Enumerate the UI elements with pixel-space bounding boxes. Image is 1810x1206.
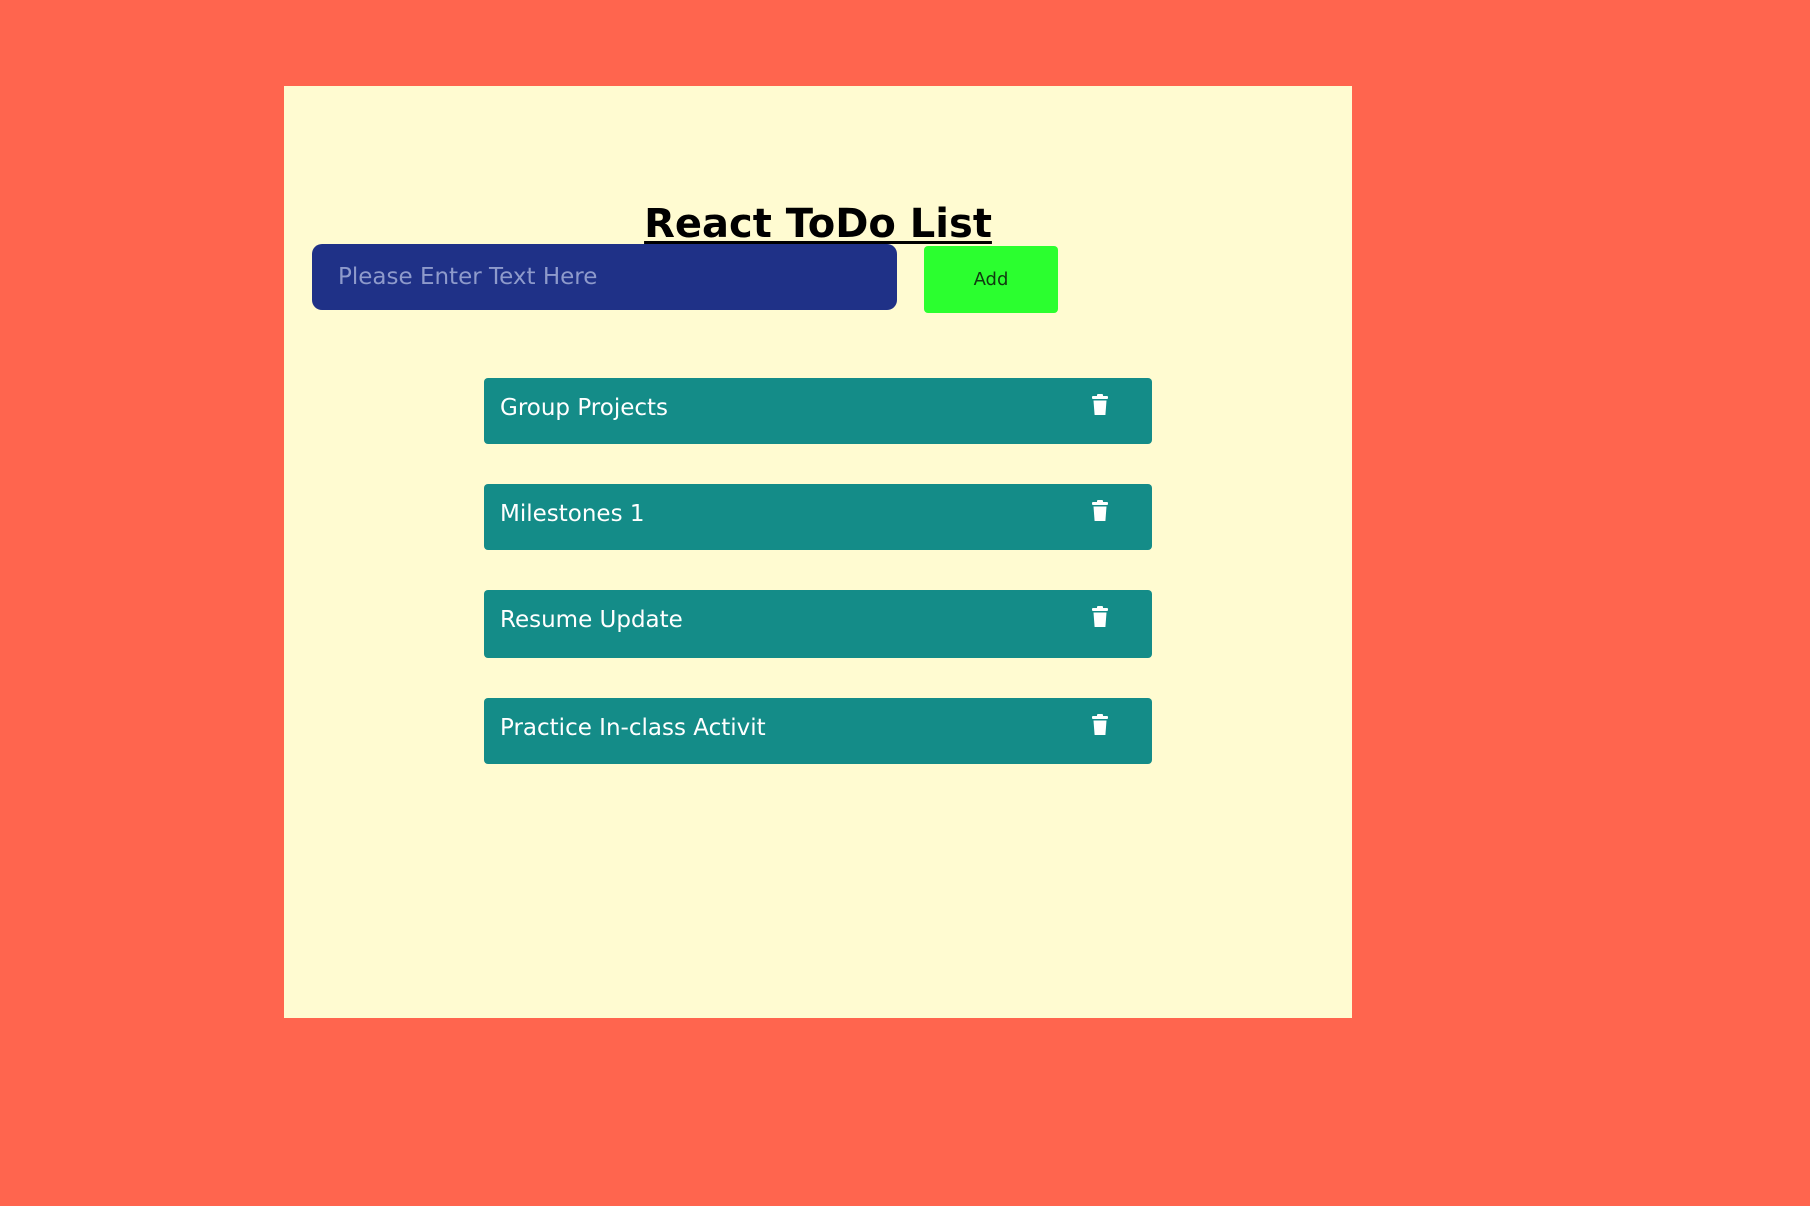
todo-list: Group Projects Milestones 1 Resume Updat… — [484, 378, 1152, 804]
delete-todo-button[interactable] — [1084, 388, 1116, 422]
todo-item-text: Practice In-class Activit — [500, 715, 766, 741]
delete-todo-button[interactable] — [1084, 708, 1116, 742]
todo-app-panel: React ToDo List Add Group Projects Miles… — [284, 86, 1352, 1018]
trash-icon — [1091, 394, 1109, 416]
todo-item: Milestones 1 — [484, 484, 1152, 550]
todo-item-text: Group Projects — [500, 395, 669, 421]
todo-item-text: Milestones 1 — [500, 501, 645, 527]
trash-icon — [1091, 714, 1109, 736]
trash-icon — [1091, 606, 1109, 628]
add-button[interactable]: Add — [924, 246, 1058, 313]
trash-icon — [1091, 500, 1109, 522]
delete-todo-button[interactable] — [1084, 494, 1116, 528]
todo-item-text: Resume Update — [500, 607, 683, 633]
todo-item: Group Projects — [484, 378, 1152, 444]
delete-todo-button[interactable] — [1084, 600, 1116, 634]
todo-item: Practice In-class Activit — [484, 698, 1152, 764]
todo-text-input[interactable] — [312, 244, 897, 310]
todo-item: Resume Update — [484, 590, 1152, 658]
